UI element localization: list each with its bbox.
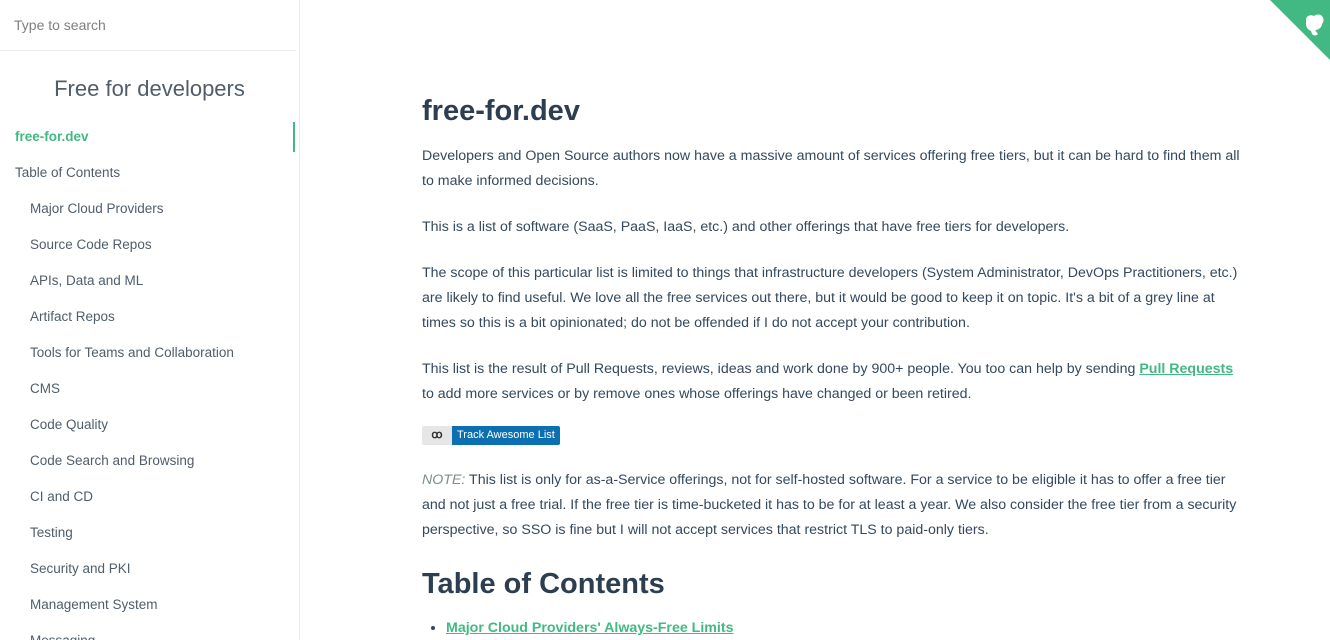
sidebar-nav: free-for.dev Table of Contents Major Clo…: [0, 119, 299, 640]
app-name[interactable]: Free for developers: [0, 74, 299, 104]
scope-paragraph: The scope of this particular list is lim…: [422, 265, 1238, 331]
note-paragraph: NOTE: This list is only for as-a-Service…: [422, 468, 1244, 543]
sidebar: Free for developers free-for.dev Table o…: [0, 0, 300, 640]
pull-requests-link[interactable]: Pull Requests: [1139, 361, 1233, 377]
note-text: This list is only for as-a-Service offer…: [422, 472, 1237, 538]
search-input[interactable]: [14, 17, 284, 33]
track-awesome-logo-icon: ꝏ: [422, 426, 452, 445]
contribution-text-before: This list is the result of Pull Requests…: [422, 361, 1140, 377]
page-title: free-for.dev: [422, 95, 580, 127]
github-octocat-icon: [1270, 0, 1330, 60]
sidebar-item-code-search[interactable]: Code Search and Browsing: [0, 443, 299, 479]
sidebar-item-code-quality[interactable]: Code Quality: [0, 407, 299, 443]
sidebar-item-artifact-repos[interactable]: Artifact Repos: [0, 299, 299, 335]
note-label: NOTE:: [422, 472, 466, 488]
main-content: free-for.dev Developers and Open Source …: [422, 0, 1244, 640]
toc-list: Major Cloud Providers' Always-Free Limit…: [422, 616, 1244, 640]
contribution-text-after: to add more services or by remove ones w…: [422, 386, 972, 402]
sidebar-item-table-of-contents[interactable]: Table of Contents: [0, 155, 299, 191]
list-description-paragraph: This is a list of software (SaaS, PaaS, …: [422, 219, 1070, 235]
sidebar-item-tools-for-teams[interactable]: Tools for Teams and Collaboration: [0, 335, 299, 371]
sidebar-item-security-pki[interactable]: Security and PKI: [0, 551, 299, 587]
contribution-paragraph: This list is the result of Pull Requests…: [422, 357, 1244, 407]
intro-paragraph: Developers and Open Source authors now h…: [422, 148, 1240, 189]
track-awesome-list-badge[interactable]: ꝏ Track Awesome List: [422, 426, 560, 445]
sidebar-item-source-code-repos[interactable]: Source Code Repos: [0, 227, 299, 263]
sidebar-item-free-for-dev[interactable]: free-for.dev: [0, 119, 299, 155]
toc-link-major-cloud-providers[interactable]: Major Cloud Providers' Always-Free Limit…: [446, 620, 733, 636]
list-item: Major Cloud Providers' Always-Free Limit…: [446, 616, 1244, 640]
sidebar-item-testing[interactable]: Testing: [0, 515, 299, 551]
sidebar-item-major-cloud-providers[interactable]: Major Cloud Providers: [0, 191, 299, 227]
toc-heading: Table of Contents: [422, 568, 665, 600]
badge-label: Track Awesome List: [452, 426, 560, 445]
sidebar-item-ci-cd[interactable]: CI and CD: [0, 479, 299, 515]
sidebar-item-apis-data-ml[interactable]: APIs, Data and ML: [0, 263, 299, 299]
sidebar-item-cms[interactable]: CMS: [0, 371, 299, 407]
search-bar: [0, 0, 296, 51]
github-corner-link[interactable]: [1270, 0, 1330, 60]
sidebar-item-management-system[interactable]: Management System: [0, 587, 299, 623]
sidebar-item-messaging[interactable]: Messaging: [0, 623, 299, 640]
